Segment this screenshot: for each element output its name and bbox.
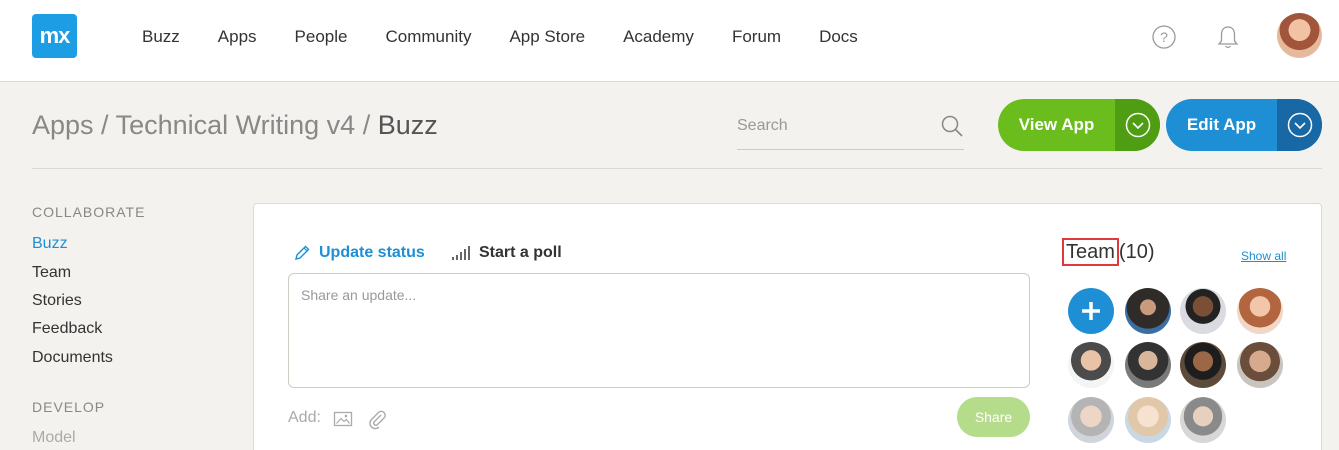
team-title: Team (1062, 238, 1119, 266)
member-avatar[interactable] (1068, 397, 1114, 443)
share-button[interactable]: Share (957, 397, 1030, 437)
buzz-card: Update status Start a poll Add: Share Te… (253, 203, 1322, 450)
search-box (737, 112, 964, 150)
member-avatar[interactable] (1180, 397, 1226, 443)
pencil-icon (295, 245, 310, 260)
sidebar-item-stories[interactable]: Stories (32, 292, 82, 310)
main-nav: Buzz Apps People Community App Store Aca… (142, 27, 896, 47)
sidebar-item-documents[interactable]: Documents (32, 349, 113, 367)
member-avatar[interactable] (1180, 288, 1226, 334)
member-avatar[interactable] (1180, 342, 1226, 388)
nav-people[interactable]: People (295, 27, 348, 47)
tab-update-status[interactable]: Update status (293, 244, 425, 262)
bell-icon[interactable] (1215, 24, 1241, 50)
search-input[interactable] (737, 112, 932, 140)
breadcrumb-current: Buzz (377, 110, 438, 140)
tab-start-poll[interactable]: Start a poll (451, 244, 562, 262)
sidebar-section-develop: DEVELOP (32, 399, 106, 415)
tab-start-poll-label: Start a poll (479, 244, 562, 261)
sidebar-item-feedback[interactable]: Feedback (32, 320, 102, 338)
user-avatar[interactable] (1277, 13, 1322, 58)
view-app-button[interactable]: View App (998, 99, 1115, 151)
breadcrumb-apps[interactable]: Apps (32, 110, 94, 140)
edit-app-button-group: Edit App (1166, 99, 1322, 151)
search-icon[interactable] (940, 114, 964, 138)
add-label: Add: (288, 409, 321, 426)
show-all-link[interactable]: Show all (1241, 249, 1286, 263)
nav-app-store[interactable]: App Store (509, 27, 585, 47)
mendix-logo[interactable]: mx (32, 14, 77, 58)
member-avatar[interactable] (1125, 342, 1171, 388)
plus-icon (1082, 302, 1100, 320)
team-heading: Team (10) (1062, 238, 1155, 266)
nav-buzz[interactable]: Buzz (142, 27, 180, 47)
member-avatar[interactable] (1125, 288, 1171, 334)
paperclip-icon[interactable] (366, 408, 388, 430)
share-update-input[interactable] (288, 273, 1030, 388)
header-divider (32, 168, 1322, 169)
help-icon[interactable]: ? (1152, 25, 1176, 49)
member-avatar[interactable] (1237, 288, 1283, 334)
member-avatar[interactable] (1068, 342, 1114, 388)
svg-text:?: ? (1160, 29, 1168, 45)
chevron-down-icon (1125, 112, 1150, 138)
team-count: (10) (1118, 241, 1155, 263)
breadcrumb: Apps / Technical Writing v4 / Buzz (32, 110, 438, 141)
member-avatar[interactable] (1125, 397, 1171, 443)
view-app-dropdown[interactable] (1115, 99, 1160, 151)
tab-update-status-label: Update status (319, 244, 425, 261)
breadcrumb-separator: / (93, 110, 116, 140)
nav-academy[interactable]: Academy (623, 27, 694, 47)
add-member-button[interactable] (1068, 288, 1114, 334)
member-avatar[interactable] (1237, 342, 1283, 388)
sidebar-item-model[interactable]: Model (32, 429, 76, 447)
poll-bars-icon (452, 246, 470, 260)
view-app-button-group: View App (998, 99, 1160, 151)
edit-app-button[interactable]: Edit App (1166, 99, 1277, 151)
top-navigation-bar: mx Buzz Apps People Community App Store … (0, 0, 1339, 82)
sidebar-item-buzz[interactable]: Buzz (32, 235, 68, 253)
sidebar-section-collaborate: COLLABORATE (32, 204, 146, 220)
nav-docs[interactable]: Docs (819, 27, 858, 47)
edit-app-dropdown[interactable] (1277, 99, 1322, 151)
sidebar-item-team[interactable]: Team (32, 264, 71, 282)
image-icon[interactable] (333, 410, 353, 428)
breadcrumb-app[interactable]: Technical Writing v4 (116, 110, 356, 140)
breadcrumb-separator: / (355, 110, 378, 140)
chevron-down-icon (1287, 112, 1312, 138)
nav-forum[interactable]: Forum (732, 27, 781, 47)
nav-community[interactable]: Community (385, 27, 471, 47)
nav-apps[interactable]: Apps (218, 27, 257, 47)
